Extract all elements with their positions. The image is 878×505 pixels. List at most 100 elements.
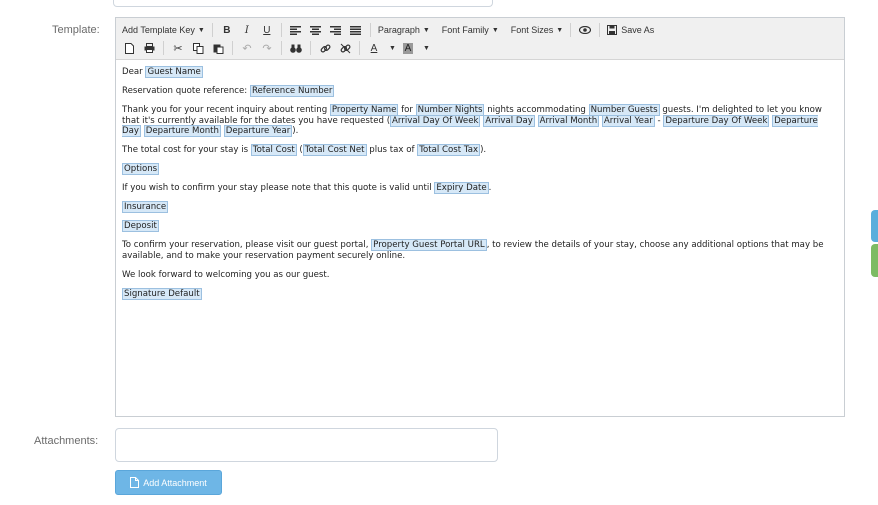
letter-paragraph: Reservation quote reference: Reference N… bbox=[122, 84, 834, 97]
side-tab-green[interactable] bbox=[871, 244, 878, 277]
toolbar-divider bbox=[232, 41, 233, 55]
letter-paragraph: If you wish to confirm your stay please … bbox=[122, 182, 834, 195]
paste-button[interactable] bbox=[208, 39, 228, 57]
letter-text: ). bbox=[292, 126, 299, 137]
letter-text: plus tax of bbox=[366, 145, 418, 156]
add-template-key-dropdown[interactable]: Add Template Key ▼ bbox=[119, 21, 208, 39]
font-family-label: Font Family bbox=[441, 25, 489, 35]
background-color-button[interactable]: A bbox=[398, 39, 418, 57]
template-key-placeholder[interactable]: Property Guest Portal URL bbox=[371, 239, 487, 252]
template-key-placeholder[interactable]: Total Cost Net bbox=[302, 144, 367, 157]
chevron-down-icon: ▼ bbox=[491, 26, 499, 34]
letter-paragraph: Options bbox=[122, 163, 834, 176]
template-editor[interactable]: Add Template Key ▼ B I U Paragraph ▼ Font … bbox=[115, 17, 845, 417]
bold-button[interactable]: B bbox=[217, 21, 237, 39]
text-color-button[interactable]: A bbox=[364, 39, 384, 57]
italic-button[interactable]: I bbox=[237, 21, 257, 39]
toolbar-divider bbox=[599, 23, 601, 37]
template-key-placeholder[interactable]: Guest Name bbox=[145, 66, 203, 78]
preview-button[interactable] bbox=[575, 21, 595, 39]
chevron-down-icon: ▼ bbox=[422, 26, 430, 34]
add-template-key-label: Add Template Key bbox=[122, 25, 195, 35]
save-as-button[interactable]: Save As bbox=[604, 21, 657, 39]
insert-link-button[interactable] bbox=[315, 39, 335, 57]
template-key-placeholder[interactable]: Arrival Day bbox=[483, 114, 535, 127]
toolbar-divider bbox=[211, 23, 213, 37]
new-document-button[interactable] bbox=[119, 39, 139, 57]
add-attachment-button[interactable]: Add Attachment bbox=[115, 470, 222, 495]
letter-text: for bbox=[398, 104, 416, 115]
letter-text: Dear bbox=[122, 67, 146, 77]
letter-paragraph: Insurance bbox=[122, 201, 834, 214]
chevron-down-icon: ▼ bbox=[197, 26, 205, 34]
template-key-placeholder[interactable]: Total Cost bbox=[250, 144, 297, 157]
letter-paragraph: Thank you for your recent inquiry about … bbox=[122, 103, 834, 138]
align-center-button[interactable] bbox=[306, 21, 326, 39]
align-right-button[interactable] bbox=[326, 21, 346, 39]
copy-button[interactable] bbox=[188, 39, 208, 57]
font-sizes-dropdown[interactable]: Font Sizes ▼ bbox=[508, 21, 566, 39]
letter-text: We look forward to welcoming you as our … bbox=[122, 269, 330, 280]
template-key-placeholder[interactable]: Arrival Day Of Week bbox=[390, 114, 481, 127]
background-color-label: A bbox=[402, 42, 414, 54]
template-key-placeholder[interactable]: Expiry Date bbox=[434, 182, 489, 195]
template-key-placeholder[interactable]: Property Name bbox=[329, 103, 399, 116]
letter-paragraph: Deposit bbox=[122, 220, 834, 233]
document-icon bbox=[130, 477, 140, 488]
side-tab-blue[interactable] bbox=[871, 210, 878, 242]
font-family-dropdown[interactable]: Font Family ▼ bbox=[439, 21, 502, 39]
print-button[interactable] bbox=[139, 39, 159, 57]
align-justify-button[interactable] bbox=[346, 21, 366, 39]
chevron-down-icon: ▼ bbox=[422, 44, 430, 52]
background-color-dropdown[interactable]: ▼ bbox=[418, 39, 432, 57]
letter-text: Reservation quote reference: bbox=[122, 85, 250, 96]
template-key-placeholder[interactable]: Departure Month bbox=[143, 125, 221, 138]
letter-paragraph: To confirm your reservation, please visi… bbox=[122, 239, 834, 261]
toolbar-divider bbox=[369, 23, 371, 37]
template-label: Template: bbox=[52, 24, 100, 36]
template-key-placeholder[interactable]: Deposit bbox=[122, 220, 159, 233]
letter-text: ( bbox=[296, 145, 303, 156]
align-right-icon bbox=[330, 25, 342, 35]
find-button[interactable] bbox=[286, 39, 306, 57]
align-center-icon bbox=[310, 25, 322, 35]
save-as-label: Save As bbox=[621, 25, 655, 35]
template-key-placeholder[interactable]: Options bbox=[122, 163, 160, 176]
letter-text: Thank you for your recent inquiry about … bbox=[122, 104, 330, 115]
eye-icon bbox=[579, 26, 592, 34]
redo-icon: ↷ bbox=[262, 42, 272, 55]
text-color-dropdown[interactable]: ▼ bbox=[384, 39, 398, 57]
undo-icon: ↶ bbox=[242, 42, 252, 55]
undo-button[interactable]: ↶ bbox=[237, 39, 257, 57]
letter-paragraph: Signature Default bbox=[122, 287, 834, 300]
letter-paragraph: We look forward to welcoming you as our … bbox=[122, 270, 834, 281]
letter-paragraph: Dear Guest Name bbox=[122, 66, 834, 78]
attachments-field[interactable] bbox=[115, 428, 498, 462]
paragraph-dropdown[interactable]: Paragraph ▼ bbox=[375, 21, 433, 39]
letter-paragraph: The total cost for your stay is Total Co… bbox=[122, 144, 834, 157]
chevron-down-icon: ▼ bbox=[389, 44, 396, 52]
template-key-placeholder[interactable]: Reference Number bbox=[249, 84, 335, 97]
letter-text: If you wish to confirm your stay please … bbox=[122, 183, 435, 194]
template-key-placeholder[interactable]: Insurance bbox=[122, 201, 169, 214]
template-key-placeholder[interactable]: Signature Default bbox=[122, 287, 202, 300]
link-icon bbox=[320, 43, 330, 52]
paragraph-label: Paragraph bbox=[377, 25, 420, 35]
template-key-placeholder[interactable]: Total Cost Tax bbox=[417, 144, 481, 157]
template-key-placeholder[interactable]: Departure Day Of Week bbox=[663, 114, 770, 127]
previous-field-input[interactable] bbox=[113, 0, 493, 7]
toolbar-divider bbox=[281, 41, 282, 55]
editor-content[interactable]: Dear Guest Name Reservation quote refere… bbox=[122, 66, 834, 308]
underline-button[interactable]: U bbox=[257, 21, 277, 39]
chevron-down-icon: ▼ bbox=[556, 26, 564, 34]
align-left-button[interactable] bbox=[286, 21, 306, 39]
toolbar-divider bbox=[359, 41, 360, 55]
template-key-placeholder[interactable]: Departure Year bbox=[223, 125, 293, 138]
cut-button[interactable]: ✂ bbox=[168, 39, 188, 57]
scissors-icon: ✂ bbox=[173, 42, 183, 55]
redo-button[interactable]: ↷ bbox=[257, 39, 277, 57]
template-key-placeholder[interactable]: Arrival Month bbox=[537, 114, 600, 127]
template-key-placeholder[interactable]: Arrival Year bbox=[601, 114, 655, 127]
unlink-button[interactable] bbox=[335, 39, 355, 57]
paste-icon bbox=[213, 44, 223, 54]
